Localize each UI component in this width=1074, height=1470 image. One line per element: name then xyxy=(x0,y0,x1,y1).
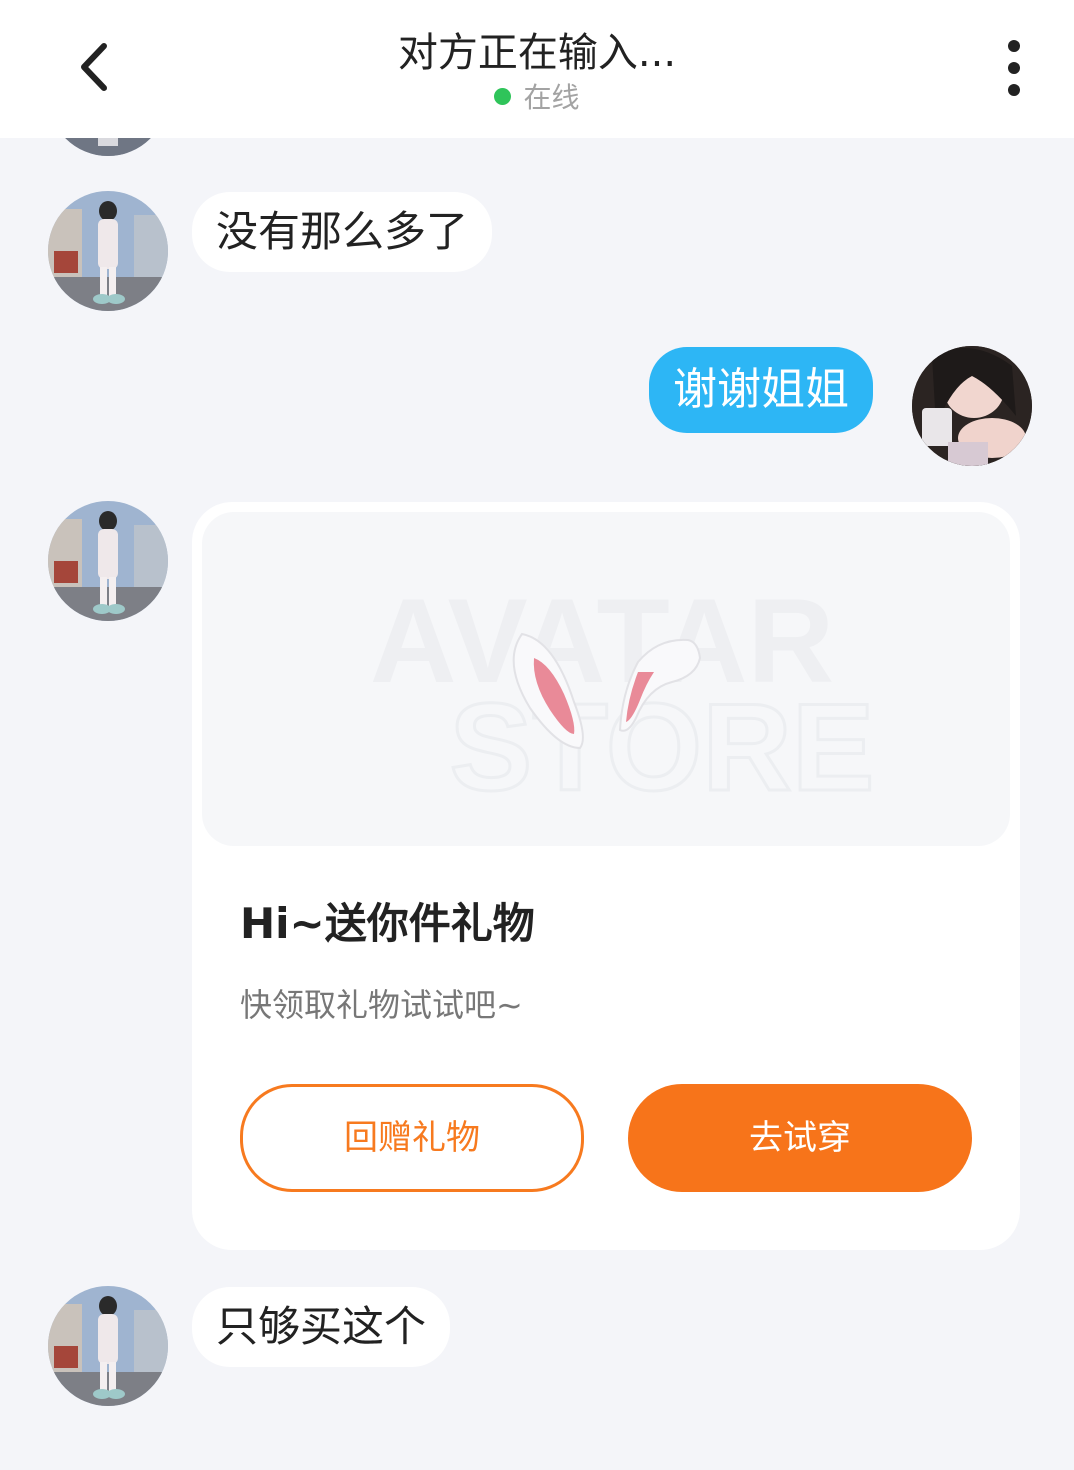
more-options-button[interactable] xyxy=(998,38,1030,98)
contact-avatar[interactable] xyxy=(48,191,168,311)
gift-subtitle: 快领取礼物试试吧~ xyxy=(240,986,523,1024)
message-bubble-outgoing[interactable]: 谢谢姐姐 xyxy=(649,347,873,433)
return-gift-button[interactable]: 回赠礼物 xyxy=(240,1084,584,1192)
gift-title: Hi~送你件礼物 xyxy=(240,899,535,948)
contact-avatar[interactable] xyxy=(48,1286,168,1406)
message-bubble-incoming[interactable]: 没有那么多了 xyxy=(192,192,493,272)
my-avatar[interactable] xyxy=(912,346,1032,466)
message-bubble-incoming[interactable]: 只够买这个 xyxy=(192,1287,451,1367)
contact-avatar[interactable] xyxy=(48,501,168,621)
chat-header: 对方正在输入... 在线 xyxy=(0,0,1074,138)
online-status: 在线 xyxy=(0,76,1074,116)
gift-image: AVATAR STORE xyxy=(202,512,1010,846)
try-on-button[interactable]: 去试穿 xyxy=(628,1084,972,1192)
gift-card[interactable]: AVATAR STORE Hi~送你件礼物 快领取礼物试试吧~ 回赠礼物 去试穿 xyxy=(192,502,1020,1250)
more-vertical-icon xyxy=(1008,40,1020,96)
online-dot-icon xyxy=(494,87,512,105)
watermark-line2: STORE xyxy=(450,679,875,817)
chat-title: 对方正在输入... xyxy=(397,30,677,76)
online-status-label: 在线 xyxy=(523,81,580,114)
